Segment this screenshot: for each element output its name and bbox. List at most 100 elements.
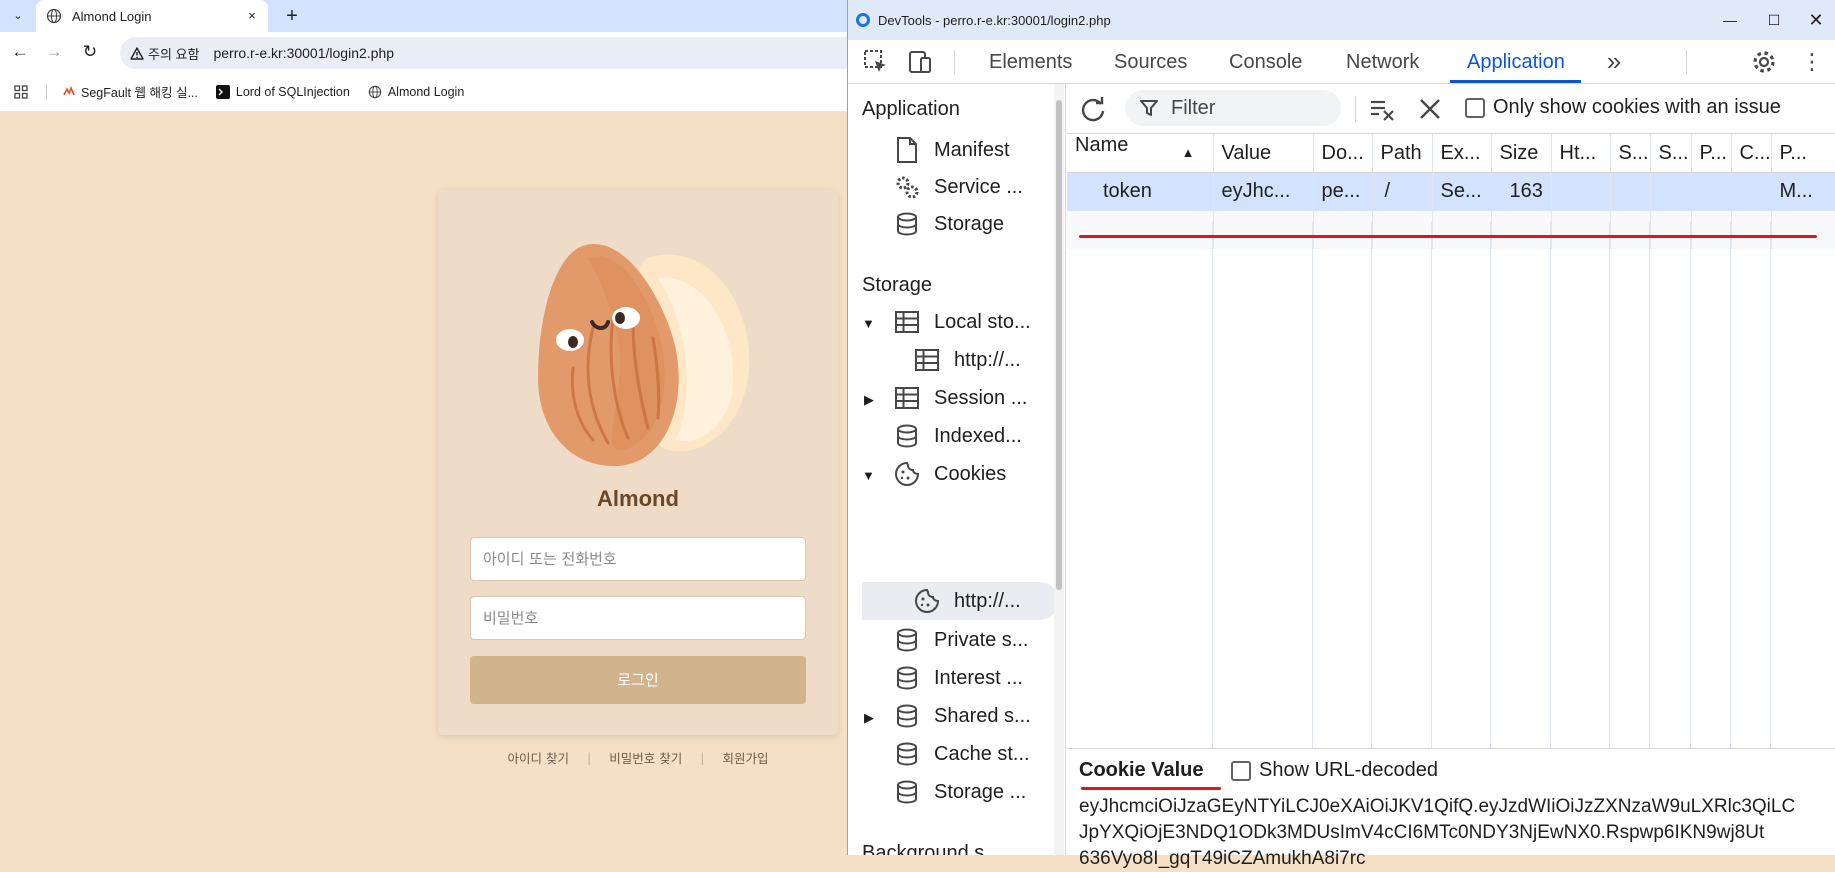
tab-elements[interactable]: Elements <box>989 40 1072 84</box>
cookie-crosssite-cell[interactable] <box>1731 172 1772 211</box>
only-issues-filter[interactable]: Only show cookies with an issue <box>1465 96 1781 119</box>
collapse-arrow-icon[interactable]: ▼ <box>862 468 875 483</box>
cookie-name-cell[interactable]: token <box>1067 172 1214 211</box>
column-header-value[interactable]: Value <box>1213 134 1314 173</box>
sidebar-item-interest-groups[interactable]: Interest ... <box>894 662 1023 694</box>
delete-selected-icon[interactable] <box>1417 96 1443 122</box>
cookie-filter-input[interactable]: Filter <box>1125 90 1341 126</box>
browser-tab[interactable]: Almond Login × <box>36 0 268 32</box>
security-chip[interactable]: 주의 요함 <box>130 44 199 63</box>
cookie-path-cell[interactable]: / <box>1372 172 1433 211</box>
sidebar-item-storage[interactable]: Storage <box>894 208 1004 240</box>
more-options-icon[interactable]: ⋮ <box>1798 48 1826 76</box>
sidebar-item-service-workers[interactable]: Service ... <box>894 171 1023 203</box>
sidebar-item-local-storage[interactable]: Local sto... <box>894 306 1031 338</box>
tab-divider <box>1686 50 1687 74</box>
sidebar-item-label: Local sto... <box>934 310 1031 333</box>
sidebar-item-label: Service ... <box>934 175 1023 198</box>
sidebar-item-storage-buckets[interactable]: Storage ... <box>894 776 1026 808</box>
cookie-secure-cell[interactable] <box>1610 172 1651 211</box>
database-icon <box>894 665 920 691</box>
column-header-httponly[interactable]: Ht... <box>1551 134 1611 173</box>
tab-sources[interactable]: Sources <box>1114 40 1187 84</box>
column-header-size[interactable]: Size <box>1491 134 1552 173</box>
collapse-arrow-icon[interactable]: ▼ <box>862 316 875 331</box>
show-url-decoded-checkbox[interactable] <box>1231 760 1251 781</box>
find-id-link[interactable]: 아이디 찾기 <box>508 748 569 767</box>
new-tab-button[interactable]: + <box>280 4 304 28</box>
sidebar-item-shared-storage[interactable]: Shared s... <box>894 700 1031 732</box>
back-button[interactable]: ← <box>8 40 32 64</box>
tab-search-button[interactable]: ⌄ <box>7 6 29 26</box>
clear-all-cookies-icon[interactable] <box>1369 96 1397 124</box>
refresh-icon[interactable] <box>1079 96 1107 124</box>
sidebar-item-cookies[interactable]: Cookies <box>894 458 1006 490</box>
only-issues-checkbox[interactable] <box>1465 97 1485 118</box>
column-gridline <box>1610 222 1650 748</box>
column-header-secure[interactable]: S... <box>1610 134 1651 173</box>
expand-arrow-icon[interactable]: ▶ <box>864 710 874 726</box>
cookie-domain-cell[interactable]: pe... <box>1313 172 1373 211</box>
column-header-partition-key[interactable]: P... <box>1691 134 1732 173</box>
chrome-logo-icon <box>856 13 870 27</box>
sidebar-item-local-storage-origin[interactable]: http://... <box>914 344 1021 376</box>
login-button[interactable]: 로그인 <box>470 656 806 704</box>
bookmark-segfault[interactable]: SegFault 웹 해킹 실... <box>63 82 198 101</box>
column-header-samesite[interactable]: S... <box>1650 134 1692 173</box>
sidebar-item-cache-storage[interactable]: Cache st... <box>894 738 1030 770</box>
sidebar-item-manifest[interactable]: Manifest <box>894 134 1010 166</box>
cookie-httponly-cell[interactable] <box>1551 172 1611 211</box>
column-header-domain[interactable]: Do... <box>1313 134 1373 173</box>
id-input[interactable]: 아이디 또는 전화번호 <box>470 537 806 581</box>
tab-strip: ⌄ Almond Login × + <box>0 0 850 32</box>
inspect-element-icon[interactable] <box>862 48 890 76</box>
sidebar-item-indexeddb[interactable]: Indexed... <box>894 420 1022 452</box>
sidebar-item-session-storage[interactable]: Session ... <box>894 382 1027 414</box>
table-row[interactable]: token eyJhc... pe... / Se... 163 M... <box>1067 172 1835 211</box>
tab-network[interactable]: Network <box>1346 40 1419 84</box>
cookie-size-cell[interactable]: 163 <box>1491 172 1552 211</box>
database-icon <box>894 703 920 729</box>
almond-mascot-image <box>538 244 750 467</box>
reload-button[interactable]: ↻ <box>78 40 102 64</box>
forward-button[interactable]: → <box>42 40 66 64</box>
password-input[interactable]: 비밀번호 <box>470 596 806 640</box>
more-tabs-icon[interactable]: » <box>1600 48 1628 76</box>
close-tab-icon[interactable]: × <box>244 8 260 24</box>
bookmark-almond-login[interactable]: Almond Login <box>368 85 464 99</box>
expand-arrow-icon[interactable]: ▶ <box>864 392 874 408</box>
cookie-samesite-cell[interactable] <box>1650 172 1692 211</box>
settings-gear-icon[interactable] <box>1750 48 1778 76</box>
close-window-button[interactable]: ✕ <box>1804 8 1828 32</box>
column-header-expires[interactable]: Ex... <box>1432 134 1492 173</box>
cookie-priority-cell[interactable]: M... <box>1771 172 1835 211</box>
bookmark-lord-of-sqli[interactable]: Lord of SQLInjection <box>215 84 350 99</box>
cookie-icon <box>894 461 920 487</box>
address-bar[interactable]: 주의 요함 perro.r-e.kr:30001/login2.php <box>120 37 850 69</box>
column-header-priority[interactable]: P... <box>1771 134 1835 173</box>
find-password-link[interactable]: 비밀번호 찾기 <box>609 748 682 767</box>
show-url-decoded-toggle[interactable]: Show URL-decoded <box>1231 759 1438 782</box>
column-header-path[interactable]: Path <box>1372 134 1433 173</box>
cookie-expires-cell[interactable]: Se... <box>1432 172 1492 211</box>
warning-icon <box>130 46 144 60</box>
maximize-button[interactable]: ☐ <box>1762 8 1786 32</box>
column-header-cross-site[interactable]: C... <box>1731 134 1772 173</box>
segfault-icon <box>63 85 75 95</box>
sidebar-scrollbar-thumb[interactable] <box>1056 100 1062 590</box>
sidebar-item-private-state-tokens[interactable]: Private s... <box>894 624 1028 656</box>
minimize-button[interactable]: — <box>1718 8 1742 32</box>
tab-console[interactable]: Console <box>1229 40 1302 84</box>
sidebar-item-label: http://... <box>954 589 1021 612</box>
apps-grid-icon[interactable] <box>14 84 28 99</box>
tab-application[interactable]: Application <box>1467 40 1565 84</box>
signup-link[interactable]: 회원가입 <box>722 748 768 767</box>
device-toolbar-icon[interactable] <box>906 48 934 76</box>
sidebar-item-label: Indexed... <box>934 424 1022 447</box>
url-text[interactable]: perro.r-e.kr:30001/login2.php <box>213 45 394 61</box>
cookie-value-cell[interactable]: eyJhc... <box>1213 172 1314 211</box>
column-header-name[interactable]: Name ▲ <box>1067 134 1214 173</box>
sidebar-item-cookie-origin[interactable]: http://... <box>914 585 1021 617</box>
cookie-partition-cell[interactable] <box>1691 172 1732 211</box>
cookie-value-text[interactable]: eyJhcmciOiJzaGEyNTYiLCJ0eXAiOiJKV1QifQ.e… <box>1079 794 1829 872</box>
